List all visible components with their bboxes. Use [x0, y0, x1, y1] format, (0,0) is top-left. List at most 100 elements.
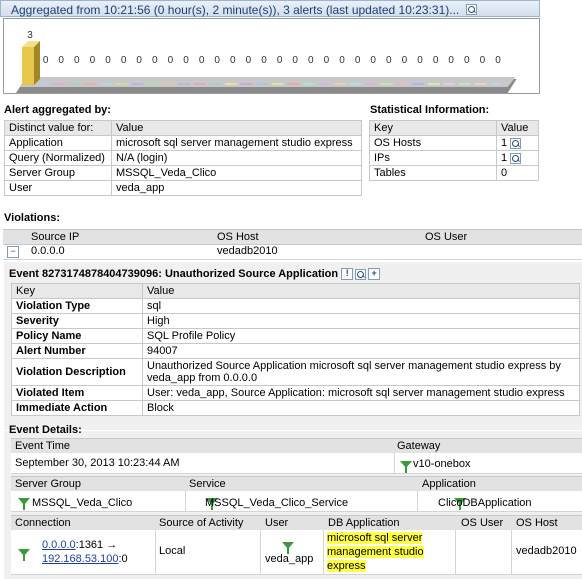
aggregation-title-text: Aggregated from 10:21:56 (0 hour(s), 2 m… [11, 3, 460, 17]
chart-bar [193, 83, 206, 85]
aggregation-title-bar: Aggregated from 10:21:56 (0 hour(s), 2 m… [0, 0, 540, 17]
event-table: Key Value Violation Type sql Severity High… [11, 283, 580, 416]
chart-bar [490, 83, 502, 85]
table-row: Violated Item User: veda_app, Source Appl… [11, 385, 580, 401]
chart-bar [37, 83, 50, 85]
violation-os-host: vedadb2010 [217, 245, 278, 257]
chart-data-label: 0 [152, 55, 158, 66]
stat-key: OS Hosts [369, 135, 497, 151]
col-header-user: User [265, 517, 289, 529]
violation-row[interactable]: − 0.0.0.0 vedadb2010 [3, 244, 582, 260]
table-row: Alert Number 94007 [11, 343, 580, 359]
divider [417, 491, 418, 511]
col-header-value: Value [142, 283, 580, 299]
event-title: Event 8273174878404739096: Unauthorized … [9, 268, 381, 281]
filter-icon[interactable] [282, 541, 295, 554]
chart-bar-face [349, 83, 362, 85]
event-value: High [142, 313, 580, 329]
event-value: 94007 [142, 343, 580, 359]
chart-data-label: 0 [417, 55, 423, 66]
search-icon[interactable] [510, 152, 522, 164]
chart-data-label: 0 [121, 55, 127, 66]
source-port: :1361 → [75, 539, 118, 551]
col-header-os-host: OS Host [217, 231, 259, 243]
table-row: Query (Normalized) N/A (login) [4, 150, 362, 166]
chart-bar-face [271, 83, 284, 85]
col-header-value: Value [111, 120, 362, 136]
search-icon[interactable] [465, 4, 477, 15]
event-value: SQL Profile Policy [142, 328, 580, 344]
chart-bar-face [53, 83, 66, 85]
chart-bar [334, 83, 346, 85]
collapse-icon[interactable]: − [7, 246, 19, 258]
db-app-line-3: express [327, 560, 366, 572]
col-header-os-user: OS User [425, 231, 468, 243]
table-row: Severity High [11, 313, 580, 329]
chart-bar [412, 83, 424, 85]
connection-row: 0.0.0.0:1361 → 192.168.53.100:0 Local ve… [11, 530, 582, 575]
chart-bar [131, 83, 144, 85]
chart-data-label: 0 [433, 55, 439, 66]
divider [323, 530, 324, 574]
chart-data-label: 0 [199, 55, 205, 66]
chart-data-label: 0 [402, 55, 408, 66]
chart-bar [256, 83, 268, 85]
stat-key: IPs [369, 150, 497, 166]
chart-bar-face [256, 83, 268, 85]
filter-icon[interactable] [18, 497, 30, 510]
source-ip-link[interactable]: 0.0.0.0 [42, 539, 76, 551]
table-header-row: Key Value [11, 283, 580, 299]
table-row: OS Hosts 1 [369, 135, 539, 151]
divider [394, 453, 395, 473]
search-icon[interactable] [510, 137, 522, 149]
event-key: Violation Type [11, 298, 143, 314]
table-row: Violation Description Unauthorized Source… [11, 358, 580, 386]
stat-value: 1 [501, 152, 508, 164]
chart-bar [240, 83, 253, 85]
chart-data-label: 0 [43, 55, 49, 66]
server-group-header: Server Group Service Application [11, 476, 582, 492]
agg-key: User [4, 180, 112, 196]
table-row: IPs 1 [369, 150, 539, 166]
event-key: Immediate Action [11, 400, 143, 416]
event-value: Block [142, 400, 580, 416]
filter-icon[interactable] [400, 460, 412, 473]
chart-bar [53, 83, 66, 85]
event-key: Alert Number [11, 343, 143, 359]
event-time-value: September 30, 2013 10:23:44 AM [15, 457, 180, 469]
table-row: Tables 0 [369, 165, 539, 181]
chart-bar-face [162, 83, 175, 85]
chart-bar-face [490, 83, 502, 85]
chart-bar [84, 83, 97, 85]
divider [511, 530, 512, 574]
chart-bar [224, 83, 237, 85]
db-app-line-1: microsoft sql server [327, 532, 423, 544]
violations-header: Source IP OS Host OS User [3, 229, 582, 245]
info-icon[interactable]: ! [341, 268, 354, 281]
chart-data-label: 0 [214, 55, 220, 66]
col-header-gateway: Gateway [397, 440, 441, 452]
chart-bar [287, 83, 300, 85]
chart-data-label: 0 [292, 55, 298, 66]
col-header-event-time: Event Time [15, 440, 71, 452]
chart-data-label: 3 [27, 30, 33, 41]
dest-port: :0 [118, 553, 128, 565]
search-icon[interactable] [355, 268, 367, 280]
filter-icon[interactable] [18, 548, 30, 561]
chart-bar-face [22, 47, 34, 85]
col-header-server-group: Server Group [15, 478, 82, 490]
chart-bar-face [131, 83, 144, 85]
chart-bar-face [427, 83, 440, 85]
chart-data-label: 0 [261, 55, 267, 66]
chart-bar-face [193, 83, 206, 85]
dest-ip-link[interactable]: 192.168.53.100 [42, 553, 118, 565]
chart-data-label: 0 [386, 55, 392, 66]
col-header-application: Application [422, 478, 476, 490]
stat-key: Tables [369, 165, 497, 181]
add-icon[interactable]: + [368, 268, 381, 281]
chart-bar-face [68, 83, 81, 85]
chart-bar [474, 83, 487, 85]
divider [455, 530, 456, 574]
event-key: Policy Name [11, 328, 143, 344]
chart-bar [100, 83, 112, 85]
